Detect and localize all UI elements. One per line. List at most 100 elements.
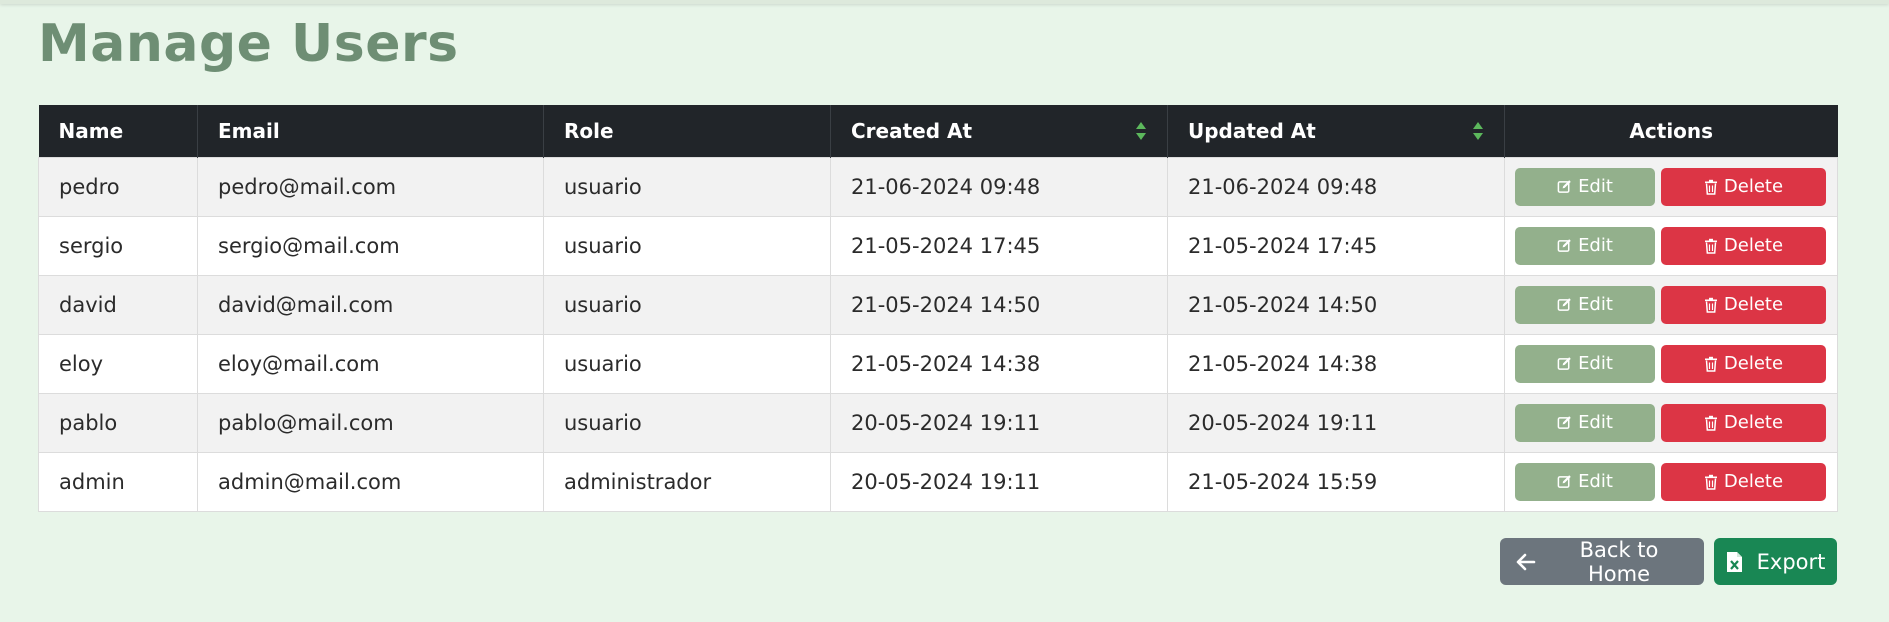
delete-label: Delete xyxy=(1723,412,1784,433)
cell-role: usuario xyxy=(543,274,831,335)
column-header-name: Name xyxy=(38,105,198,157)
table-row: david david@mail.com usuario 21-05-2024 … xyxy=(38,274,1838,335)
cell-created-at: 20-05-2024 19:11 xyxy=(830,451,1168,512)
cell-name: eloy xyxy=(38,333,198,394)
cell-name: david xyxy=(38,274,198,335)
cell-email: admin@mail.com xyxy=(197,451,544,512)
trash-icon xyxy=(1704,238,1717,254)
delete-button[interactable]: Delete xyxy=(1661,167,1826,206)
users-table: Name Email Role Created At Updated At Ac… xyxy=(38,105,1838,512)
edit-icon xyxy=(1557,475,1571,488)
delete-button[interactable]: Delete xyxy=(1661,226,1826,265)
top-bar xyxy=(0,0,1889,4)
cell-email: david@mail.com xyxy=(197,274,544,335)
table-row: pablo pablo@mail.com usuario 20-05-2024 … xyxy=(38,392,1838,453)
cell-updated-at: 20-05-2024 19:11 xyxy=(1167,392,1505,453)
edit-label: Edit xyxy=(1578,235,1613,256)
column-header-updated-at-label: Updated At xyxy=(1188,118,1316,143)
cell-role: usuario xyxy=(543,392,831,453)
delete-label: Delete xyxy=(1723,176,1784,197)
delete-label: Delete xyxy=(1723,294,1784,315)
cell-created-at: 21-06-2024 09:48 xyxy=(830,156,1168,217)
cell-actions: Edit Delete xyxy=(1504,156,1838,217)
cell-actions: Edit Delete xyxy=(1504,333,1838,394)
delete-button[interactable]: Delete xyxy=(1661,403,1826,442)
cell-email: pablo@mail.com xyxy=(197,392,544,453)
edit-icon xyxy=(1557,298,1571,311)
edit-button[interactable]: Edit xyxy=(1515,226,1655,265)
table-row: pedro pedro@mail.com usuario 21-06-2024 … xyxy=(38,156,1838,217)
edit-icon xyxy=(1557,357,1571,370)
trash-icon xyxy=(1704,474,1717,490)
edit-button[interactable]: Edit xyxy=(1515,403,1655,442)
column-header-email: Email xyxy=(197,105,544,157)
cell-email: eloy@mail.com xyxy=(197,333,544,394)
delete-label: Delete xyxy=(1723,471,1784,492)
edit-button[interactable]: Edit xyxy=(1515,462,1655,501)
delete-button[interactable]: Delete xyxy=(1661,462,1826,501)
trash-icon xyxy=(1704,297,1717,313)
cell-role: usuario xyxy=(543,156,831,217)
footer-actions: Back to Home Export xyxy=(1500,537,1837,586)
cell-email: sergio@mail.com xyxy=(197,215,544,276)
cell-role: usuario xyxy=(543,215,831,276)
table-header: Name Email Role Created At Updated At Ac… xyxy=(38,105,1838,157)
sort-icon[interactable] xyxy=(1135,121,1147,141)
users-table-container: Name Email Role Created At Updated At Ac… xyxy=(38,105,1838,512)
column-header-updated-at[interactable]: Updated At xyxy=(1167,105,1505,157)
cell-updated-at: 21-05-2024 14:38 xyxy=(1167,333,1505,394)
cell-actions: Edit Delete xyxy=(1504,451,1838,512)
sort-icon[interactable] xyxy=(1472,121,1484,141)
cell-name: pablo xyxy=(38,392,198,453)
cell-updated-at: 21-05-2024 14:50 xyxy=(1167,274,1505,335)
export-button[interactable]: Export xyxy=(1714,538,1837,585)
edit-button[interactable]: Edit xyxy=(1515,285,1655,324)
table-row: admin admin@mail.com administrador 20-05… xyxy=(38,451,1838,512)
edit-button[interactable]: Edit xyxy=(1515,167,1655,206)
arrow-left-icon xyxy=(1516,553,1536,570)
edit-button[interactable]: Edit xyxy=(1515,344,1655,383)
column-header-actions: Actions xyxy=(1504,105,1838,157)
edit-label: Edit xyxy=(1578,412,1613,433)
export-label: Export xyxy=(1756,549,1826,574)
cell-name: admin xyxy=(38,451,198,512)
edit-label: Edit xyxy=(1578,471,1613,492)
cell-name: sergio xyxy=(38,215,198,276)
table-row: eloy eloy@mail.com usuario 21-05-2024 14… xyxy=(38,333,1838,394)
cell-actions: Edit Delete xyxy=(1504,215,1838,276)
column-header-created-at[interactable]: Created At xyxy=(830,105,1168,157)
excel-file-icon xyxy=(1726,551,1742,572)
edit-label: Edit xyxy=(1578,176,1613,197)
cell-created-at: 21-05-2024 14:38 xyxy=(830,333,1168,394)
cell-email: pedro@mail.com xyxy=(197,156,544,217)
edit-label: Edit xyxy=(1578,353,1613,374)
cell-actions: Edit Delete xyxy=(1504,274,1838,335)
cell-created-at: 20-05-2024 19:11 xyxy=(830,392,1168,453)
edit-icon xyxy=(1557,239,1571,252)
page-title: Manage Users xyxy=(38,14,459,74)
trash-icon xyxy=(1704,356,1717,372)
table-body: pedro pedro@mail.com usuario 21-06-2024 … xyxy=(38,156,1838,512)
cell-role: administrador xyxy=(543,451,831,512)
back-to-home-button[interactable]: Back to Home xyxy=(1500,537,1704,586)
cell-updated-at: 21-05-2024 17:45 xyxy=(1167,215,1505,276)
cell-updated-at: 21-05-2024 15:59 xyxy=(1167,451,1505,512)
cell-actions: Edit Delete xyxy=(1504,392,1838,453)
column-header-role: Role xyxy=(543,105,831,157)
delete-button[interactable]: Delete xyxy=(1661,285,1826,324)
delete-label: Delete xyxy=(1723,235,1784,256)
cell-created-at: 21-05-2024 17:45 xyxy=(830,215,1168,276)
back-to-home-label: Back to Home xyxy=(1579,537,1659,586)
edit-icon xyxy=(1557,180,1571,193)
cell-name: pedro xyxy=(38,156,198,217)
delete-button[interactable]: Delete xyxy=(1661,344,1826,383)
edit-label: Edit xyxy=(1578,294,1613,315)
delete-label: Delete xyxy=(1723,353,1784,374)
trash-icon xyxy=(1704,179,1717,195)
trash-icon xyxy=(1704,415,1717,431)
cell-role: usuario xyxy=(543,333,831,394)
edit-icon xyxy=(1557,416,1571,429)
cell-created-at: 21-05-2024 14:50 xyxy=(830,274,1168,335)
table-row: sergio sergio@mail.com usuario 21-05-202… xyxy=(38,215,1838,276)
cell-updated-at: 21-06-2024 09:48 xyxy=(1167,156,1505,217)
